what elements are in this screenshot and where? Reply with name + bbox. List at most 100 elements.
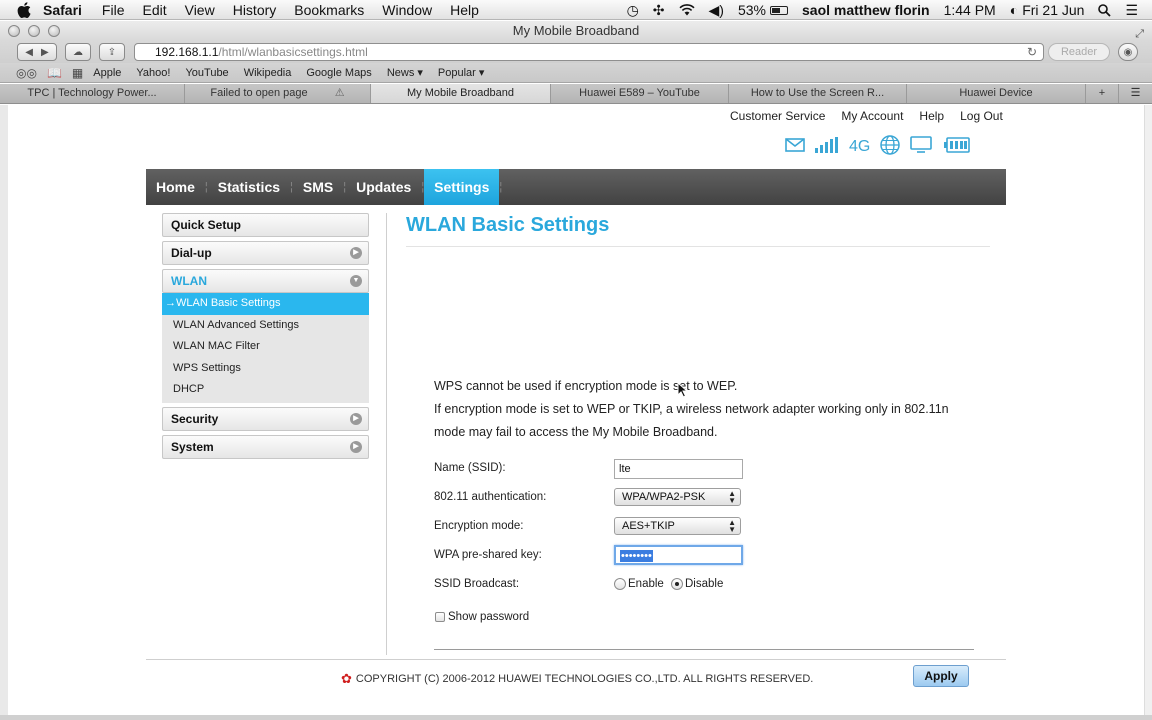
address-bar[interactable]: 192.168.1.1/html/wlanbasicsettings.html … [134,43,1044,61]
nav-home[interactable]: Home [146,169,205,205]
tab-screen-recorder[interactable]: How to Use the Screen R... [729,84,907,103]
time-machine-icon[interactable]: ◷ [627,2,639,19]
zoom-window-button[interactable] [48,25,60,37]
customer-service-link[interactable]: Customer Service [730,109,825,123]
show-password-label[interactable]: Show password [448,611,529,623]
battery-status[interactable]: 53% [738,2,788,18]
sidebar-item-wps-settings[interactable]: WPS Settings [162,358,369,380]
date-display[interactable]: ◐ Fri 21 Jun [1010,2,1085,18]
settings-sidebar: Quick Setup Dial-up ▶ WLAN ▼ →WLAN Basic… [162,213,369,463]
bookmark-apple[interactable]: Apple [93,67,121,79]
tab-overview-button[interactable]: ☰ [1119,84,1152,103]
reading-list-icon[interactable]: ◎◎ [16,66,37,80]
nav-settings[interactable]: Settings [424,169,500,205]
web-page: Customer Service My Account Help Log Out… [8,105,1144,715]
tab-tpc[interactable]: TPC | Technology Power... [0,84,185,103]
ssid-input[interactable]: lte [614,459,743,479]
info-encryption-note-cont: mode may fail to access the My Mobile Br… [434,425,718,439]
new-tab-button[interactable]: + [1086,84,1119,103]
menu-safari[interactable]: Safari [43,2,82,18]
menu-edit[interactable]: Edit [142,2,166,18]
apple-menu-icon[interactable] [17,1,33,18]
sidebar-item-wlan-mac-filter[interactable]: WLAN MAC Filter [162,336,369,358]
auth-selected-value: WPA/WPA2-PSK [622,491,706,503]
mail-icon[interactable] [785,137,805,157]
date-text: Fri 21 Jun [1022,2,1085,18]
bookmarks-book-icon[interactable]: 📖 [47,66,62,80]
encryption-selected-value: AES+TKIP [622,520,675,532]
encryption-select[interactable]: AES+TKIP ▲ ▼ [614,517,741,535]
ssid-label: Name (SSID): [434,462,506,474]
minimize-window-button[interactable] [28,25,40,37]
tab-huawei-youtube[interactable]: Huawei E589 – YouTube [551,84,729,103]
forward-arrow-icon[interactable]: ▶ [41,47,49,58]
sidebar-wlan[interactable]: WLAN ▼ [162,269,369,293]
help-link[interactable]: Help [919,109,944,123]
nav-updates[interactable]: Updates [346,169,421,205]
spotlight-icon[interactable] [1098,3,1112,17]
sidebar-security[interactable]: Security ▶ [162,406,369,431]
tab-my-mobile-broadband[interactable]: My Mobile Broadband [371,84,551,103]
top-sites-grid-icon[interactable]: ▦ [72,66,83,80]
globe-icon [880,134,901,160]
sidebar-item-wlan-basic-settings[interactable]: →WLAN Basic Settings [162,293,369,315]
bluetooth-icon[interactable]: ✣ [653,2,665,19]
sidebar-item-wlan-advanced-settings[interactable]: WLAN Advanced Settings [162,315,369,337]
title-underline [406,246,990,247]
volume-icon[interactable]: ◀) [709,2,724,19]
chevron-down-icon: ▼ [350,275,362,287]
menu-file[interactable]: File [102,2,125,18]
enable-radio-label[interactable]: Enable [628,578,664,590]
sidebar-item-dhcp[interactable]: DHCP [162,379,369,401]
menu-help[interactable]: Help [450,2,479,18]
share-icon: ⇪ [107,46,117,58]
enable-radio[interactable] [614,578,626,590]
sidebar-dialup[interactable]: Dial-up ▶ [162,241,369,265]
tab-failed[interactable]: Failed to open page ⚠ [185,84,371,103]
reload-icon[interactable]: ↻ [1027,44,1037,60]
close-window-button[interactable] [8,25,20,37]
sidebar-security-label: Security [171,411,219,426]
notification-center-icon[interactable]: ☰ [1125,2,1138,19]
menu-bookmarks[interactable]: Bookmarks [294,2,364,18]
disable-radio[interactable] [671,578,683,590]
menu-window[interactable]: Window [382,2,432,18]
bookmark-popular[interactable]: Popular ▾ [438,66,485,79]
user-name[interactable]: saol matthew florin [802,2,930,18]
bookmark-news[interactable]: News ▾ [387,66,423,79]
sidebar-quick-setup[interactable]: Quick Setup [162,213,369,237]
my-account-link[interactable]: My Account [841,109,903,123]
auth-select[interactable]: WPA/WPA2-PSK ▲ ▼ [614,488,741,506]
back-arrow-icon[interactable]: ◀ [25,47,33,58]
wifi-icon[interactable] [678,4,695,16]
sidebar-system[interactable]: System ▶ [162,434,369,459]
log-out-link[interactable]: Log Out [960,109,1003,123]
scrollbar[interactable] [1144,105,1152,715]
top-links: Customer Service My Account Help Log Out [730,109,1019,123]
downloads-button[interactable]: ◉ [1118,43,1138,61]
bookmark-youtube[interactable]: YouTube [185,67,228,79]
icloud-tabs-button[interactable]: ☁ [65,43,91,61]
menu-view[interactable]: View [185,2,215,18]
apply-button[interactable]: Apply [913,665,969,687]
tab-huawei-device[interactable]: Huawei Device [907,84,1086,103]
nav-sms[interactable]: SMS [293,169,343,205]
menu-history[interactable]: History [233,2,277,18]
ssid-broadcast-label: SSID Broadcast: [434,578,520,590]
bookmark-yahoo[interactable]: Yahoo! [136,67,170,79]
select-arrows-icon: ▲ ▼ [728,518,736,534]
nav-statistics[interactable]: Statistics [208,169,290,205]
disable-radio-label[interactable]: Disable [685,578,723,590]
bookmark-wikipedia[interactable]: Wikipedia [244,67,292,79]
clock-time[interactable]: 1:44 PM [944,2,996,18]
form-separator [434,649,974,650]
wpa-key-input[interactable]: •••••••• [614,545,743,565]
back-forward-buttons[interactable]: ◀ ▶ [17,43,57,61]
reader-button[interactable]: Reader [1048,43,1110,61]
signal-strength-icon [815,136,839,158]
url-host: 192.168.1.1 [155,45,219,59]
tab-bar: TPC | Technology Power... Failed to open… [0,84,1152,104]
show-password-checkbox[interactable] [435,612,445,622]
share-button[interactable]: ⇪ [99,43,125,61]
bookmark-google-maps[interactable]: Google Maps [306,67,371,79]
